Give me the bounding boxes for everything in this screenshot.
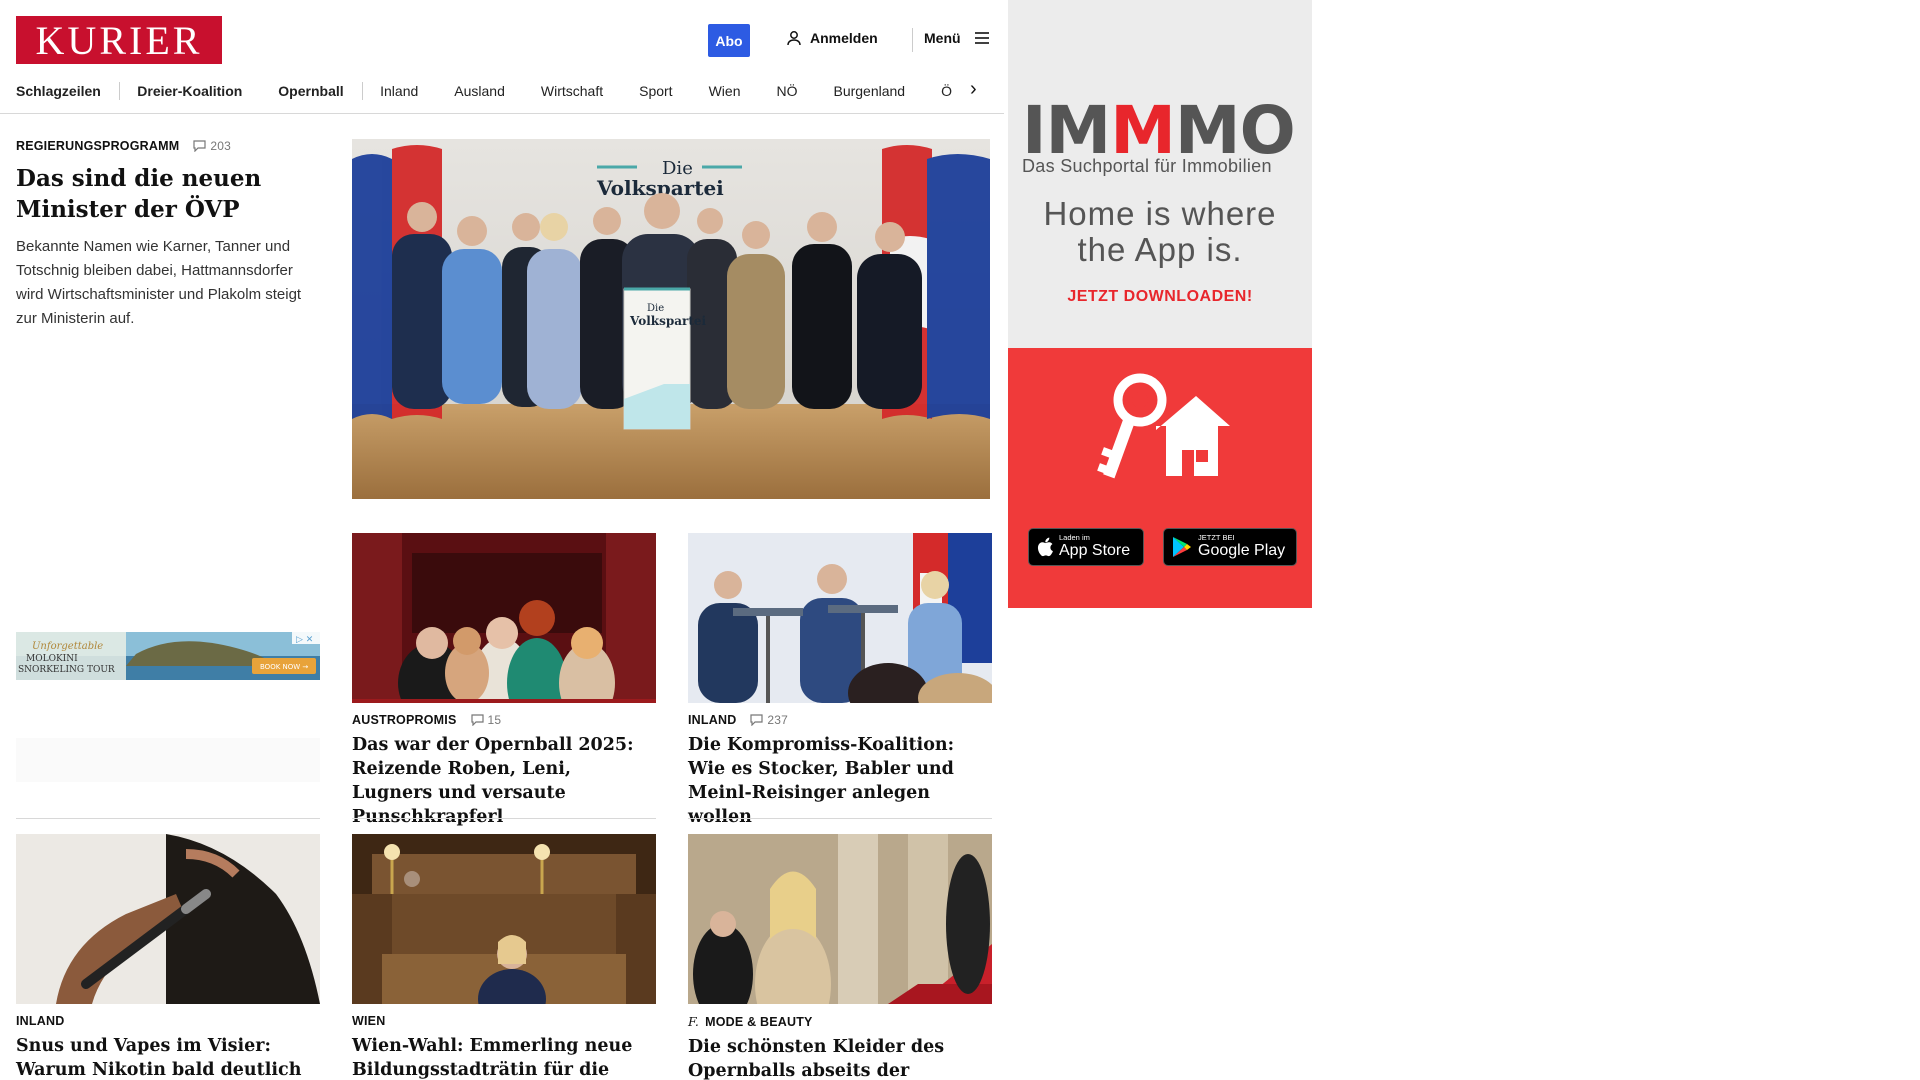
nav-item-wirtschaft[interactable]: Wirtschaft [541,83,603,99]
lead-kicker: REGIERUNGSPROGRAMM [16,139,180,153]
comment-count-value: 15 [487,713,502,727]
nav-item-burgenland[interactable]: Burgenland [833,83,905,99]
article-image[interactable] [352,533,656,703]
ad-line2a: MOLOKINI [26,654,78,664]
app-store-big: App Store [1059,542,1131,559]
hamburger-icon [974,32,989,44]
podium-line2: Volkspartei [629,314,707,328]
nav-item-ausland[interactable]: Ausland [454,83,505,99]
login-label: Anmelden [810,30,878,46]
app-store-small: Laden im [1059,533,1090,542]
article-headline[interactable]: Das war der Opernball 2025: Reizende Rob… [352,733,656,829]
article-kicker: INLAND [688,713,737,727]
immmo-ad-bottom: Laden im App Store JETZT BEI Google Play [1008,348,1312,608]
nav-next-arrow-icon[interactable]: › [970,78,977,101]
kurier-logo[interactable]: KURIER [16,16,222,64]
google-play-small: JETZT BEI [1198,533,1235,542]
abo-button[interactable]: Abo [708,24,750,57]
card-divider [16,818,320,819]
download-link[interactable]: JETZT DOWNLOADEN! [1008,288,1312,306]
comment-count-value: 203 [210,139,231,153]
podium-line1: Die [647,303,664,314]
google-play-button[interactable]: JETZT BEI Google Play [1163,528,1297,566]
card-divider [688,818,992,819]
immmo-ad-top: IMMMO Das Suchportal für Immobilien Home… [1008,0,1312,348]
nav-item-noe[interactable]: NÖ [776,83,797,99]
comment-icon [193,140,206,152]
menu-label: Menü [924,30,961,46]
molokini-ad[interactable]: Unforgettable MOLOKINI SNORKELING TOUR B… [16,632,320,680]
lead-story[interactable]: REGIERUNGSPROGRAMM 203 Das sind die neue… [16,139,320,331]
comment-icon [750,714,764,726]
apple-icon [1037,537,1053,557]
user-icon [787,31,801,46]
header-divider-line [0,113,1004,114]
comment-count[interactable]: 237 [750,713,788,727]
article-image[interactable] [16,834,320,1004]
immmo-ad[interactable]: IMMMO Das Suchportal für Immobilien Home… [1008,0,1312,608]
card-divider [352,818,656,819]
lead-headline[interactable]: Das sind die neuen Minister der ÖVP [16,163,320,225]
nav-item-opernball[interactable]: Opernball [278,83,343,99]
article-headline[interactable]: Snus und Vapes im Visier: Warum Nikotin … [16,1034,320,1080]
ad-line1: Unforgettable [32,641,103,652]
article-card[interactable]: INLAND Snus und Vapes im Visier: Warum N… [16,834,320,1080]
nav-item-inland[interactable]: Inland [380,83,418,99]
brand-mark-icon: f. [688,1014,700,1029]
article-headline[interactable]: Die schönsten Kleider des Opernballs abs… [688,1035,992,1080]
comment-count[interactable]: 15 [470,713,502,727]
article-kicker: MODE & BEAUTY [705,1014,813,1029]
comment-count-value: 237 [767,713,789,727]
lead-hero-image[interactable]: Die Volkspartei Die Volkspartei [352,139,990,499]
nav-item-dreier-koalition[interactable]: Dreier-Koalition [137,83,242,99]
ad-cta: BOOK NOW → [260,663,308,671]
nav-item-schlagzeilen[interactable]: Schlagzeilen [16,83,101,99]
article-card[interactable]: f. MODE & BEAUTY Die schönsten Kleider d… [688,834,992,1080]
nav-item-wien[interactable]: Wien [709,83,741,99]
article-kicker: INLAND [16,1014,65,1028]
article-image[interactable] [688,533,992,703]
house-keys-icon [1097,373,1230,479]
lead-teaser: Bekannte Namen wie Karner, Tanner und To… [16,238,302,327]
ad-line2b: SNORKELING TOUR [18,665,115,675]
menu-button[interactable]: Menü [924,30,991,46]
article-card[interactable]: INLAND 237 Die Kompromiss-Koalition: Wie… [688,533,992,829]
nav-item-sport[interactable]: Sport [639,83,672,99]
section-nav: Schlagzeilen Dreier-Koalition Opernball … [16,80,988,102]
comment-count[interactable]: 203 [193,139,231,153]
article-headline[interactable]: Die Kompromiss-Koalition: Wie es Stocker… [688,733,992,829]
article-headline[interactable]: Wien-Wahl: Emmerling neue Bildungsstadtr… [352,1034,656,1080]
google-play-big: Google Play [1198,542,1286,559]
article-kicker: AUSTROPROMIS [352,713,457,727]
immmo-subtitle: Das Suchportal für Immobilien [1022,156,1272,176]
login-button[interactable]: Anmelden [786,30,878,46]
ad-placeholder [16,738,320,782]
comment-icon [470,714,484,726]
google-play-icon [1173,537,1191,557]
app-store-button[interactable]: Laden im App Store [1028,528,1144,566]
article-image[interactable] [352,834,656,1004]
article-image[interactable] [688,834,992,1004]
article-card[interactable]: AUSTROPROMIS 15 Das war der Opernball 20… [352,533,656,829]
article-kicker: WIEN [352,1014,386,1028]
immmo-headline: Home is where the App is. [1043,195,1277,268]
header-divider [912,28,913,52]
svg-text:▷ ✕: ▷ ✕ [296,635,313,645]
article-card[interactable]: WIEN Wien-Wahl: Emmerling neue Bildungss… [352,834,656,1080]
